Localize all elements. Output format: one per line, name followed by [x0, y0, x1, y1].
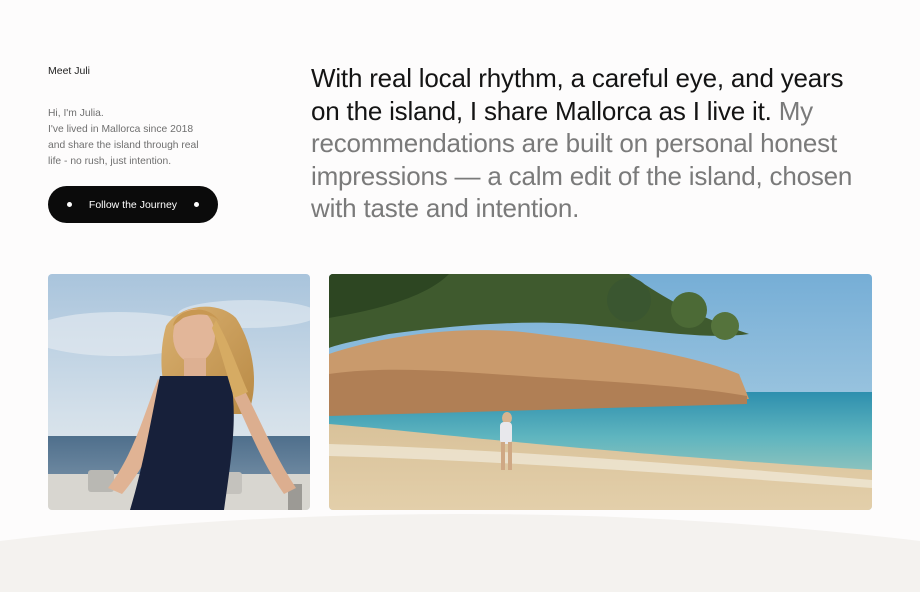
bio-line: and share the island through real: [48, 140, 199, 151]
statement-line: With real local rhythm, a careful eye, a…: [311, 63, 844, 93]
statement-line: recommendations are built on personal ho…: [311, 128, 837, 158]
bio-line: Hi, I'm Julia.: [48, 108, 104, 119]
intro-bio: Hi, I'm Julia. I've lived in Mallorca si…: [48, 106, 238, 170]
portrait-photo: [48, 274, 310, 510]
dot-icon: [67, 202, 72, 207]
beach-image: [329, 274, 872, 510]
bio-line: life - no rush, just intention.: [48, 156, 172, 167]
statement-line: on the island, I share Mallorca as I liv…: [311, 95, 891, 128]
bio-line: I've lived in Mallorca since 2018: [48, 124, 194, 135]
portrait-image: [48, 274, 310, 510]
dot-icon: [194, 202, 199, 207]
intro-statement: With real local rhythm, a careful eye, a…: [311, 62, 891, 225]
footer-curve: [0, 514, 920, 592]
beach-photo: [329, 274, 872, 510]
statement-line: impressions — a calm edit of the island,…: [311, 160, 853, 191]
statement-dark-text: on the island, I share Mallorca as I liv…: [311, 95, 772, 126]
follow-journey-label: Follow the Journey: [88, 198, 178, 211]
intro-heading: Meet Juli: [48, 65, 91, 77]
follow-journey-button[interactable]: Follow the Journey: [48, 186, 218, 223]
statement-line: with taste and intention.: [311, 193, 580, 223]
statement-grey-text: My: [771, 95, 813, 126]
